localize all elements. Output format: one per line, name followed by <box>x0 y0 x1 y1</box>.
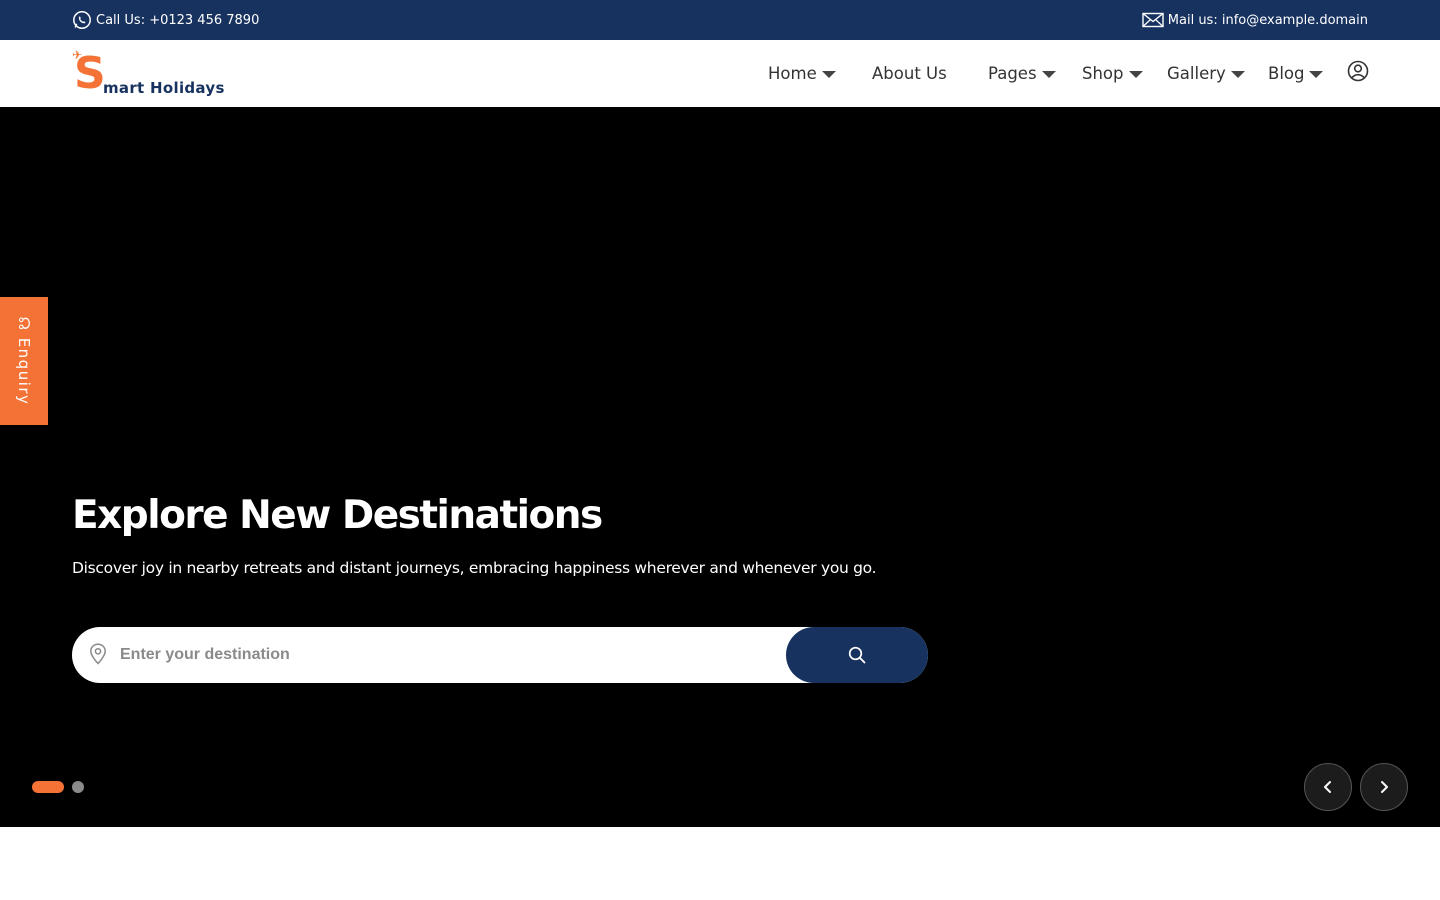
nav-item-label: Pages <box>988 63 1037 83</box>
headset-icon: ☊ <box>15 316 33 332</box>
slider-next-button[interactable] <box>1360 763 1408 811</box>
nav-item-gallery[interactable]: Gallery <box>1167 61 1245 85</box>
main-navbar: ✈ S mart Holidays Home About Us Pages Sh… <box>0 40 1440 107</box>
nav-item-label: Shop <box>1082 63 1124 83</box>
caret-down-icon <box>1128 71 1143 78</box>
caret-down-icon <box>1041 71 1056 78</box>
nav-item-home[interactable]: Home <box>768 61 836 85</box>
search-icon <box>848 646 866 664</box>
brand-logo[interactable]: ✈ S mart Holidays <box>72 48 232 100</box>
nav-item-pages[interactable]: Pages <box>988 61 1056 85</box>
envelope-icon <box>1142 12 1164 28</box>
location-pin-icon <box>90 643 106 665</box>
enquiry-text: Enquiry <box>15 337 33 406</box>
chevron-left-icon <box>1324 781 1331 793</box>
caret-down-icon <box>1230 71 1245 78</box>
nav-item-label: Gallery <box>1167 63 1226 83</box>
hero-subtitle: Discover joy in nearby retreats and dist… <box>72 559 877 577</box>
hero-slider <box>0 107 1440 827</box>
user-circle-icon[interactable] <box>1347 60 1369 82</box>
slider-prev-button[interactable] <box>1304 763 1352 811</box>
top-bar: Call Us: +0123 456 7890 Mail us: info@ex… <box>0 0 1440 40</box>
call-us-text: Call Us: +0123 456 7890 <box>96 12 260 28</box>
hero-title: Explore New Destinations <box>72 493 603 538</box>
slider-dot-active[interactable] <box>32 781 64 793</box>
brand-initial: S <box>74 48 106 99</box>
brand-name: mart Holidays <box>103 79 225 97</box>
chevron-right-icon <box>1381 781 1388 793</box>
caret-down-icon <box>1309 71 1324 78</box>
mail-us-text: Mail us: info@example.domain <box>1167 12 1368 28</box>
destination-input[interactable] <box>120 639 720 671</box>
call-us[interactable]: Call Us: +0123 456 7890 <box>72 10 259 30</box>
slider-dot[interactable] <box>72 781 84 793</box>
nav-item-label: Blog <box>1268 63 1305 83</box>
nav-item-label: Home <box>768 63 817 83</box>
enquiry-tab[interactable]: ☊ Enquiry <box>0 297 48 425</box>
nav-item-about-us[interactable]: About Us <box>872 61 947 85</box>
nav-item-blog[interactable]: Blog <box>1268 61 1324 85</box>
nav-item-label: About Us <box>872 63 947 83</box>
whatsapp-icon <box>73 11 91 29</box>
nav-item-shop[interactable]: Shop <box>1082 61 1143 85</box>
search-button[interactable] <box>786 627 928 683</box>
destination-search <box>72 627 928 683</box>
mail-us[interactable]: Mail us: info@example.domain <box>1142 10 1368 30</box>
enquiry-label: ☊ Enquiry <box>15 317 33 406</box>
caret-down-icon <box>821 71 836 78</box>
